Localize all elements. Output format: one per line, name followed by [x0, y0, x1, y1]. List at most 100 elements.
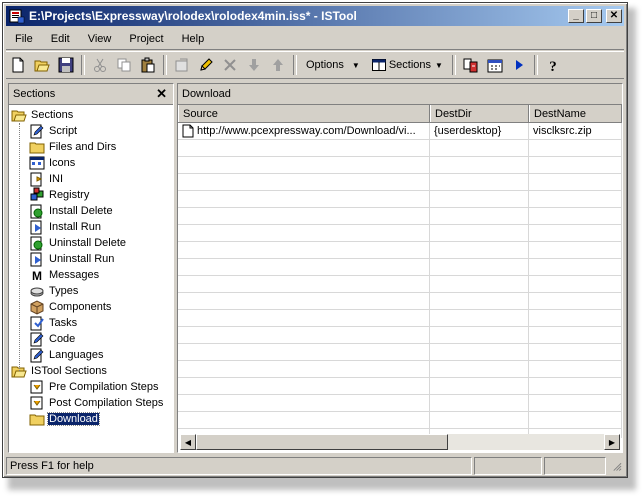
- sections-grid-icon: [371, 59, 386, 71]
- sections-dropdown[interactable]: Sections ▼: [366, 54, 449, 76]
- table-row: [178, 276, 622, 293]
- compile-icon[interactable]: [460, 54, 482, 76]
- window-title: E:\Projects\Expressway\rolodex\rolodex4m…: [29, 9, 357, 23]
- table-row: [178, 293, 622, 310]
- tree-item-uninstall-delete[interactable]: Uninstall Delete: [9, 235, 173, 251]
- compilation-step-icon: [30, 380, 43, 394]
- options-dropdown[interactable]: Options ▼: [300, 54, 366, 76]
- tree-item-languages[interactable]: Languages: [9, 347, 173, 363]
- tree-item-download[interactable]: Download: [9, 411, 173, 427]
- tree-item-install-run[interactable]: Install Run: [9, 219, 173, 235]
- cut-scissors-icon[interactable]: [89, 54, 111, 76]
- scroll-right-icon[interactable]: ▶: [604, 434, 620, 450]
- options-label: Options: [306, 59, 344, 71]
- scroll-track[interactable]: [448, 434, 604, 450]
- tree-item-registry[interactable]: Registry: [9, 187, 173, 203]
- move-up-arrow-icon[interactable]: [267, 54, 289, 76]
- tree-item-components[interactable]: Components: [9, 299, 173, 315]
- menu-edit[interactable]: Edit: [42, 31, 79, 47]
- edit-pencil-icon[interactable]: [195, 54, 217, 76]
- minimize-button[interactable]: _: [568, 9, 584, 23]
- table-row: [178, 208, 622, 225]
- menu-project[interactable]: Project: [120, 31, 172, 47]
- folder-icon: [29, 142, 45, 154]
- tree-item-post-compilation-steps[interactable]: Post Compilation Steps: [9, 395, 173, 411]
- delete-x-icon[interactable]: [219, 54, 241, 76]
- cell-source[interactable]: http://www.pcexpressway.com/Download/vi.…: [178, 123, 430, 139]
- toolbar-separator: [533, 55, 538, 75]
- menu-view[interactable]: View: [79, 31, 121, 47]
- compilation-step-icon: [30, 396, 43, 410]
- tree-item-messages[interactable]: M Messages: [9, 267, 173, 283]
- toolbar: Options ▼ Sections ▼ ?: [6, 51, 624, 79]
- menu-help[interactable]: Help: [173, 31, 214, 47]
- run-arrow-icon[interactable]: [508, 54, 530, 76]
- column-header-source[interactable]: Source: [178, 105, 430, 122]
- chevron-down-icon: ▼: [351, 60, 360, 70]
- menu-file[interactable]: File: [6, 31, 42, 47]
- tree-item-script[interactable]: Script: [9, 123, 173, 139]
- sections-tree: Sections Script Files and Dirs Icons INI…: [9, 105, 173, 427]
- maximize-button[interactable]: □: [586, 9, 602, 23]
- table-row: [178, 225, 622, 242]
- column-header-destdir[interactable]: DestDir: [430, 105, 529, 122]
- svg-text:M: M: [32, 269, 42, 283]
- table-row: [178, 140, 622, 157]
- file-icon: [182, 124, 194, 138]
- folder-icon: [29, 414, 45, 426]
- svg-text:?: ?: [549, 59, 557, 73]
- table-row[interactable]: http://www.pcexpressway.com/Download/vi.…: [178, 123, 622, 140]
- table-row: [178, 327, 622, 344]
- cell-destdir[interactable]: {userdesktop}: [430, 123, 529, 139]
- paste-clipboard-icon[interactable]: [137, 54, 159, 76]
- tree-item-uninstall-run[interactable]: Uninstall Run: [9, 251, 173, 267]
- messages-icon: M: [32, 269, 42, 283]
- toolbar-separator: [451, 55, 456, 75]
- menu-bar: File Edit View Project Help: [6, 29, 624, 50]
- close-button[interactable]: ✕: [606, 9, 622, 23]
- cell-destname[interactable]: visclksrc.zip: [529, 123, 622, 139]
- chevron-down-icon: ▼: [435, 60, 443, 70]
- resize-grip-icon[interactable]: [608, 457, 622, 475]
- tree-item-icons[interactable]: Icons: [9, 155, 173, 171]
- uninstall-run-icon: [30, 252, 42, 267]
- sections-panel-header: Sections ✕: [9, 84, 173, 105]
- sections-panel-title: Sections: [13, 88, 56, 100]
- move-down-arrow-icon[interactable]: [243, 54, 265, 76]
- tasks-icon: [30, 316, 44, 331]
- table-row: [178, 242, 622, 259]
- title-bar[interactable]: E:\Projects\Expressway\rolodex\rolodex4m…: [6, 6, 624, 26]
- tree-item-pre-compilation-steps[interactable]: Pre Compilation Steps: [9, 379, 173, 395]
- close-icon[interactable]: ✕: [156, 86, 167, 102]
- column-header-destname[interactable]: DestName: [529, 105, 622, 122]
- toolbar-separator: [163, 55, 167, 75]
- help-question-icon[interactable]: ?: [542, 54, 564, 76]
- tree-item-code[interactable]: Code: [9, 331, 173, 347]
- tree-item-ini[interactable]: INI: [9, 171, 173, 187]
- app-icon: [9, 9, 25, 24]
- copy-icon[interactable]: [113, 54, 135, 76]
- tree-item-types[interactable]: Types: [9, 283, 173, 299]
- scroll-left-icon[interactable]: ◀: [180, 434, 196, 450]
- table-row: [178, 310, 622, 327]
- download-panel: Download Source DestDir DestName http://…: [177, 83, 623, 453]
- table-row: [178, 174, 622, 191]
- download-grid: http://www.pcexpressway.com/Download/vi.…: [178, 123, 622, 438]
- properties-icon[interactable]: [171, 54, 193, 76]
- tree-item-install-delete[interactable]: Install Delete: [9, 203, 173, 219]
- table-row: [178, 412, 622, 429]
- tree-item-files-and-dirs[interactable]: Files and Dirs: [9, 139, 173, 155]
- download-panel-header: Download: [178, 84, 622, 105]
- tree-item-tasks[interactable]: Tasks: [9, 315, 173, 331]
- grid-header: Source DestDir DestName: [178, 105, 622, 123]
- calendar-icon[interactable]: [484, 54, 506, 76]
- open-folder-icon[interactable]: [31, 54, 53, 76]
- save-disk-icon[interactable]: [55, 54, 77, 76]
- script-pencil-icon: [30, 124, 44, 139]
- tree-group-istool-sections[interactable]: ISTool Sections: [9, 363, 173, 379]
- scroll-thumb[interactable]: [196, 434, 448, 450]
- tree-group-sections[interactable]: Sections: [9, 107, 173, 123]
- horizontal-scrollbar[interactable]: ◀ ▶: [180, 434, 620, 450]
- folder-open-icon: [11, 110, 27, 122]
- new-file-icon[interactable]: [7, 54, 29, 76]
